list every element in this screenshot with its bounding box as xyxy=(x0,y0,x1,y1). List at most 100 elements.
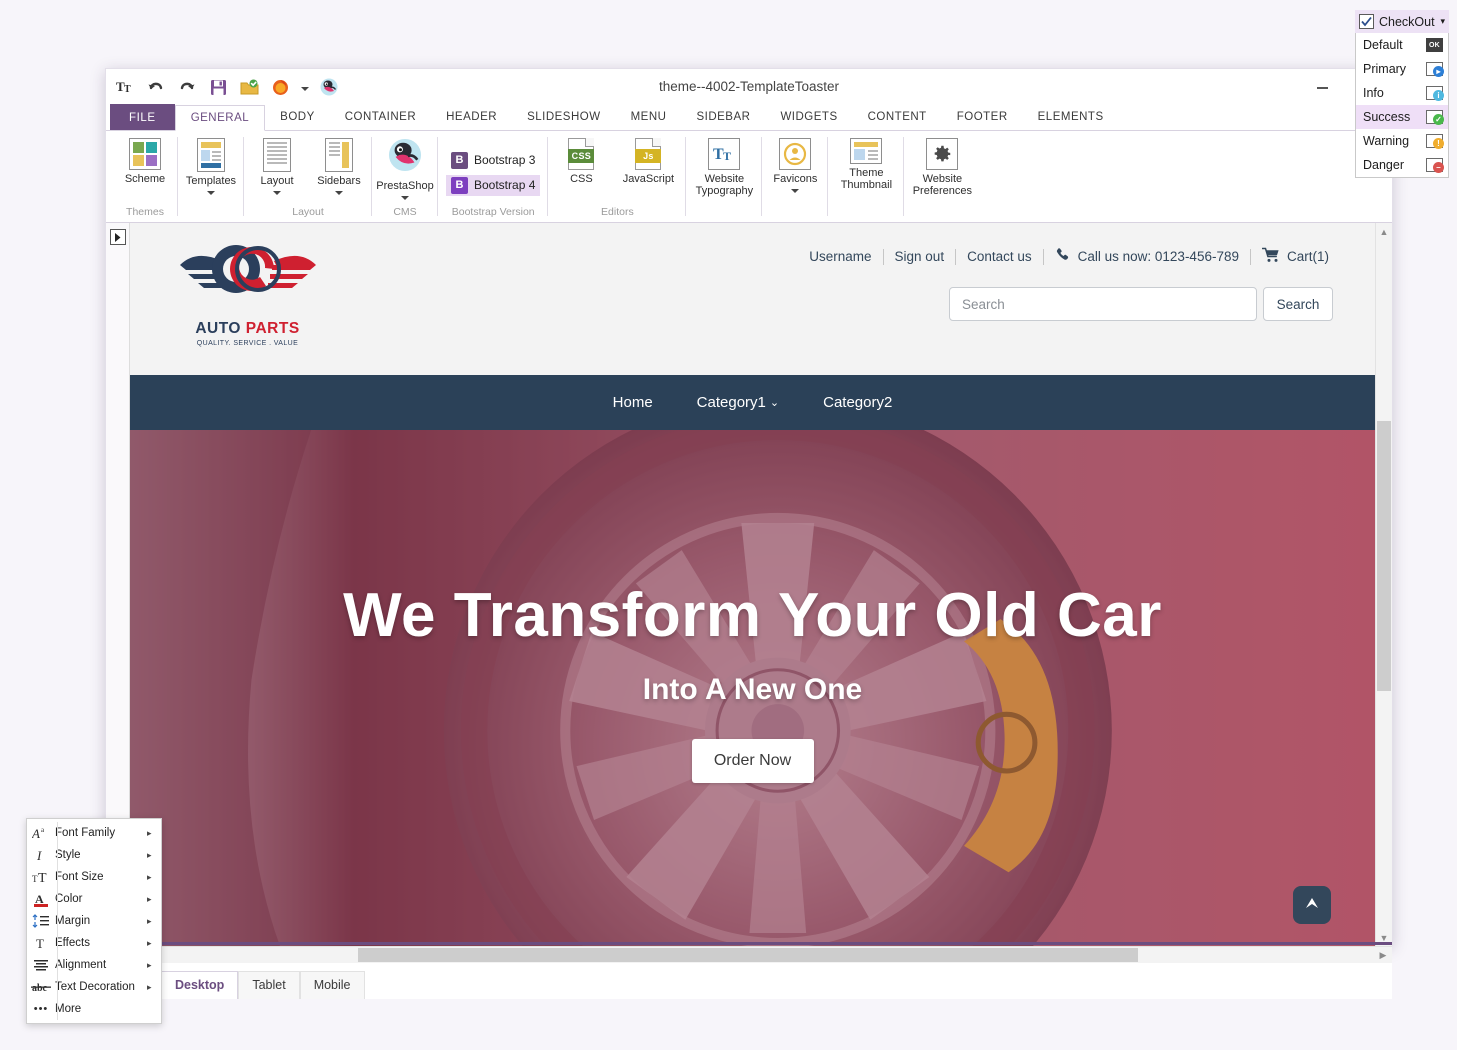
context-item-label: More xyxy=(55,1003,82,1015)
site-search-row: Search Search xyxy=(949,287,1333,321)
dropdown-item-label: Warning xyxy=(1363,134,1410,148)
nav-username[interactable]: Username xyxy=(798,249,882,264)
context-item-effects[interactable]: T Effects ▸ xyxy=(27,932,161,954)
minimize-button[interactable] xyxy=(1300,75,1344,101)
layout-label: Layout xyxy=(260,175,294,187)
sidebars-button[interactable]: Sidebars xyxy=(308,135,370,195)
css-label: CSS xyxy=(570,173,593,185)
mainnav-category2[interactable]: Category2 xyxy=(823,394,892,411)
bootstrap-badge-icon: B xyxy=(451,176,468,194)
device-tab-mobile[interactable]: Mobile xyxy=(299,971,365,999)
chevron-down-icon[interactable]: ▾ xyxy=(1440,16,1445,27)
prestashop-icon[interactable] xyxy=(318,76,340,98)
chevron-down-icon[interactable] xyxy=(273,191,281,195)
preview-dropdown-caret-icon[interactable] xyxy=(300,76,309,98)
search-button[interactable]: Search xyxy=(1263,287,1333,321)
tab-menu[interactable]: MENU xyxy=(616,104,682,130)
device-tab-tablet[interactable]: Tablet xyxy=(238,971,300,999)
javascript-editor-button[interactable]: Js JavaScript xyxy=(612,135,684,185)
tab-elements[interactable]: ELEMENTS xyxy=(1023,104,1119,130)
checkbox-checked-icon[interactable] xyxy=(1359,14,1374,29)
redo-icon[interactable] xyxy=(176,76,198,98)
device-tab-desktop[interactable]: Desktop xyxy=(161,971,239,999)
mainnav-category1[interactable]: Category1 ⌄ xyxy=(697,394,779,411)
ribbon-group-editors: CSS CSS Js JavaScript Editors xyxy=(548,131,687,222)
nav-sign-out[interactable]: Sign out xyxy=(884,249,956,264)
style-default-icon: OK xyxy=(1426,38,1443,52)
tab-general[interactable]: GENERAL xyxy=(174,105,266,131)
ribbon-tab-strip: FILE GENERAL BODY CONTAINER HEADER SLIDE… xyxy=(106,104,1392,131)
website-preferences-button[interactable]: Website Preferences xyxy=(906,135,978,197)
context-item-more[interactable]: ••• More xyxy=(27,998,161,1020)
dropdown-item-info[interactable]: Info i xyxy=(1356,81,1448,105)
context-item-alignment[interactable]: Alignment ▸ xyxy=(27,954,161,976)
tab-body[interactable]: BODY xyxy=(265,104,330,130)
chevron-down-icon[interactable] xyxy=(401,196,409,200)
nav-call-us[interactable]: Call us now: 0123-456-789 xyxy=(1078,249,1239,264)
tab-widgets[interactable]: WIDGETS xyxy=(765,104,852,130)
chevron-down-icon[interactable] xyxy=(335,191,343,195)
tab-footer[interactable]: FOOTER xyxy=(942,104,1023,130)
mainnav-home[interactable]: Home xyxy=(613,394,653,411)
js-file-icon: Js xyxy=(635,138,662,170)
hero-subheadline: Into A New One xyxy=(642,673,863,706)
context-item-style[interactable]: I Style ▸ xyxy=(27,844,161,866)
tab-file[interactable]: FILE xyxy=(110,104,175,130)
scroll-up-arrow-icon[interactable]: ▲ xyxy=(1376,223,1392,240)
search-input[interactable]: Search xyxy=(949,287,1257,321)
prestashop-button[interactable]: PrestaShop xyxy=(374,135,436,200)
typography-icon[interactable]: TT xyxy=(114,76,136,98)
export-icon[interactable] xyxy=(238,76,260,98)
nav-contact-us[interactable]: Contact us xyxy=(956,249,1043,264)
context-item-color[interactable]: A Color ▸ xyxy=(27,888,161,910)
dropdown-item-label: Info xyxy=(1363,86,1384,100)
undo-icon[interactable] xyxy=(145,76,167,98)
dropdown-item-primary[interactable]: Primary ▸ xyxy=(1356,57,1448,81)
favicons-button[interactable]: Favicons xyxy=(764,135,826,193)
tab-content[interactable]: CONTENT xyxy=(853,104,942,130)
dropdown-item-success[interactable]: Success ✓ xyxy=(1356,105,1448,129)
scroll-to-top-button[interactable] xyxy=(1293,886,1331,924)
context-item-font-family[interactable]: Aa Font Family ▸ xyxy=(27,822,161,844)
dropdown-item-danger[interactable]: Danger – xyxy=(1356,153,1448,177)
css-editor-button[interactable]: CSS CSS xyxy=(550,135,612,185)
tab-container[interactable]: CONTAINER xyxy=(330,104,431,130)
tab-header[interactable]: HEADER xyxy=(431,104,512,130)
preview-vertical-scrollbar[interactable]: ▲ ▼ xyxy=(1375,223,1392,946)
site-logo[interactable]: AUTO PARTS QUALITY. SERVICE . VALUE xyxy=(175,235,320,347)
quick-access-toolbar: TT xyxy=(106,69,340,99)
chevron-down-icon[interactable] xyxy=(207,191,215,195)
website-typography-button[interactable]: TT Website Typography xyxy=(688,135,760,197)
preview-browser-icon[interactable] xyxy=(269,76,291,98)
theme-thumbnail-button[interactable]: Theme Thumbnail xyxy=(830,135,902,191)
templates-button[interactable]: Templates xyxy=(180,135,242,195)
tab-slideshow[interactable]: SLIDESHOW xyxy=(512,104,616,130)
vertical-scroll-thumb[interactable] xyxy=(1377,421,1391,691)
expand-panel-button[interactable] xyxy=(109,229,126,245)
ribbon-group-website-preferences: Website Preferences xyxy=(904,131,992,222)
ribbon-group-layout: Layout Sidebars Layout xyxy=(244,131,372,222)
bootstrap-3-option[interactable]: B Bootstrap 3 xyxy=(446,150,540,171)
bootstrap-4-option[interactable]: B Bootstrap 4 xyxy=(446,174,541,196)
save-icon[interactable] xyxy=(207,76,229,98)
logo-tagline: QUALITY. SERVICE . VALUE xyxy=(196,340,299,347)
preview-horizontal-scrollbar[interactable]: ▶ xyxy=(106,946,1392,963)
chevron-down-icon[interactable] xyxy=(791,189,800,193)
tab-sidebar[interactable]: SIDEBAR xyxy=(681,104,765,130)
dropdown-item-warning[interactable]: Warning ! xyxy=(1356,129,1448,153)
context-item-font-size[interactable]: TT Font Size ▸ xyxy=(27,866,161,888)
horizontal-scroll-thumb[interactable] xyxy=(358,948,1138,962)
layout-button[interactable]: Layout xyxy=(246,135,308,195)
submenu-arrow-icon: ▸ xyxy=(147,937,152,948)
context-item-margin[interactable]: Margin ▸ xyxy=(27,910,161,932)
checkout-dropdown-header[interactable]: CheckOut ▾ xyxy=(1355,10,1449,33)
order-now-button[interactable]: Order Now xyxy=(691,739,814,783)
scheme-button[interactable]: Scheme xyxy=(114,135,176,185)
scroll-right-arrow-icon[interactable]: ▶ xyxy=(1376,948,1390,963)
context-item-text-decoration[interactable]: abc Text Decoration ▸ xyxy=(27,976,161,998)
status-bar-accent xyxy=(106,942,1392,945)
nav-cart[interactable]: Cart(1) xyxy=(1287,249,1329,264)
dropdown-item-default[interactable]: Default OK xyxy=(1356,33,1448,57)
css-file-icon: CSS xyxy=(568,138,595,170)
svg-text:a: a xyxy=(41,826,45,834)
